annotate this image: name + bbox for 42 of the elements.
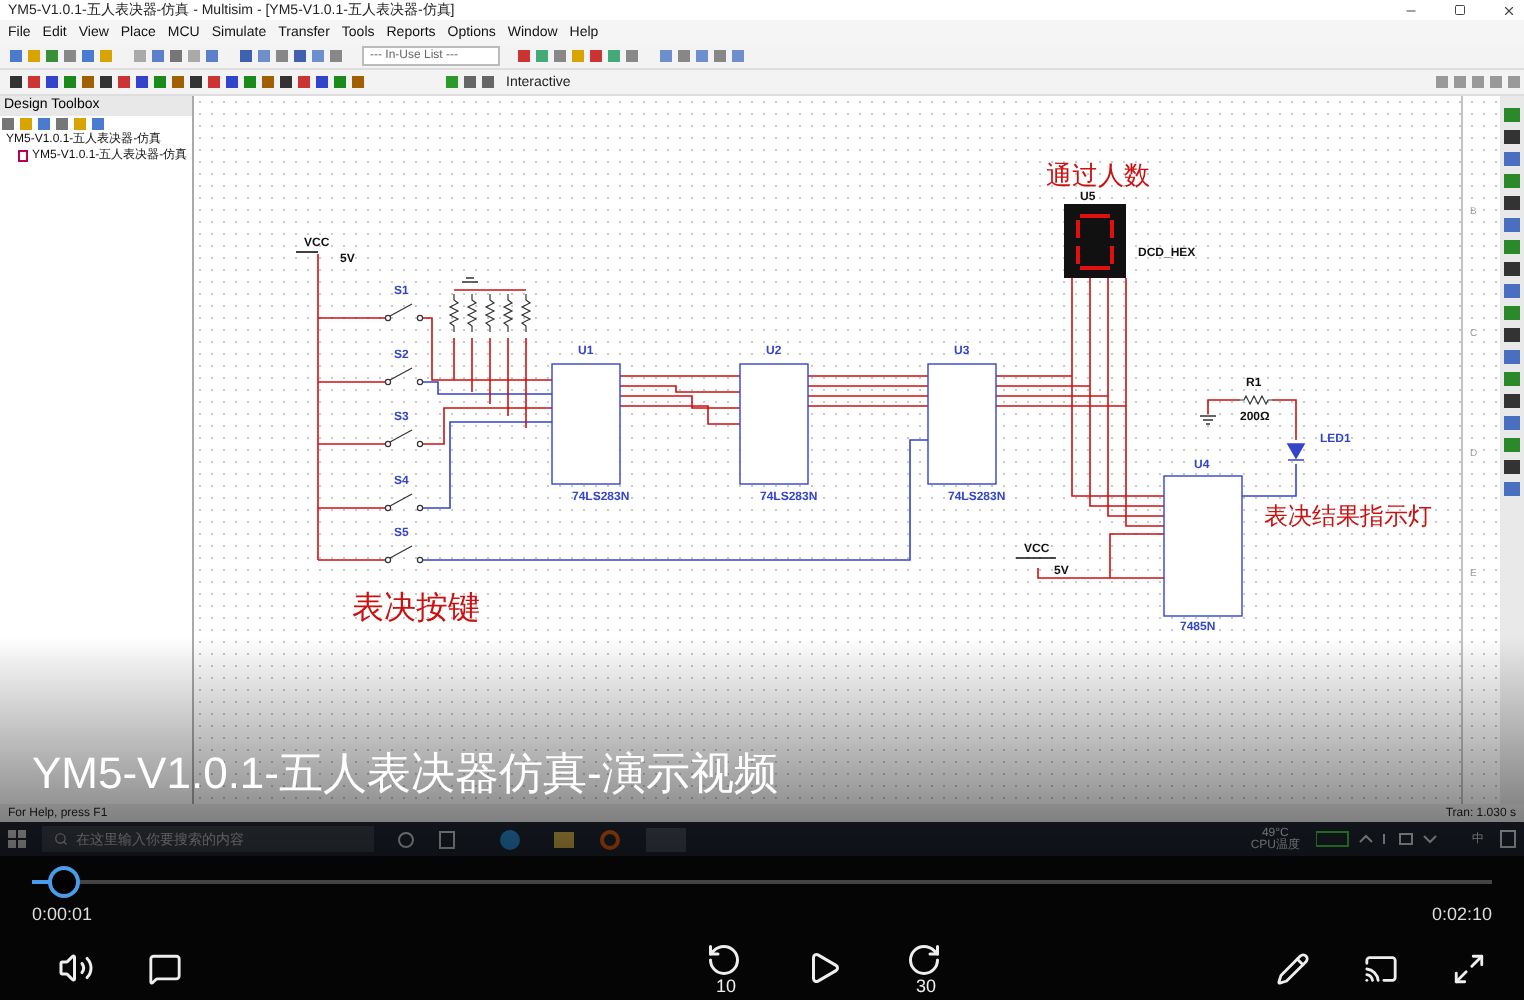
- total-duration: 0:02:10: [1431, 904, 1492, 924]
- switch-icon: [384, 303, 424, 322]
- skip-forward-button[interactable]: 30: [900, 940, 948, 996]
- led-icon: [1287, 443, 1306, 461]
- progress-thumb[interactable]: [48, 866, 81, 898]
- notification-icon[interactable]: [1500, 830, 1516, 848]
- resistor-icon: [1239, 394, 1273, 406]
- search-icon: [54, 832, 68, 846]
- video-caption: YM5-V1.0.1-五人表决器仿真-演示视频: [32, 746, 778, 802]
- switch-icon: [384, 493, 424, 512]
- subtitles-icon: [147, 951, 181, 985]
- annotation-text: 表决按键: [352, 592, 480, 626]
- pen-icon: [1275, 951, 1309, 985]
- close-icon[interactable]: [1502, 3, 1516, 17]
- chip-body: [739, 363, 809, 485]
- switch-icon: [384, 429, 424, 448]
- resistor-icon: [448, 293, 460, 333]
- annotation-text: 表决结果指示灯: [1264, 502, 1432, 530]
- elapsed-time: 0:00:01: [32, 904, 93, 924]
- forward-icon: [906, 942, 942, 978]
- chip-body: [1163, 475, 1243, 617]
- switch-icon: [384, 367, 424, 386]
- skip-back-button[interactable]: 10: [700, 940, 748, 996]
- play-icon: [806, 950, 842, 986]
- volume-icon: [58, 950, 94, 986]
- windows-start-icon[interactable]: [8, 830, 26, 848]
- maximize-icon[interactable]: [1454, 3, 1466, 15]
- resistor-icon: [520, 293, 532, 333]
- fullscreen-icon: [1451, 951, 1485, 985]
- chip-body: [551, 363, 621, 485]
- resistor-icon: [466, 293, 478, 333]
- ground-icon: [1199, 415, 1217, 425]
- resistor-icon: [502, 293, 514, 333]
- resistor-icon: [484, 293, 496, 333]
- rewind-icon: [706, 942, 742, 978]
- schematic-icon: [18, 150, 28, 162]
- ground-icon: [461, 277, 479, 283]
- cast-icon: [1363, 951, 1397, 985]
- seven-segment-display: [1064, 204, 1126, 278]
- chip-body: [927, 363, 997, 485]
- switch-icon: [384, 545, 424, 564]
- annotation-text: 通过人数: [1046, 160, 1150, 190]
